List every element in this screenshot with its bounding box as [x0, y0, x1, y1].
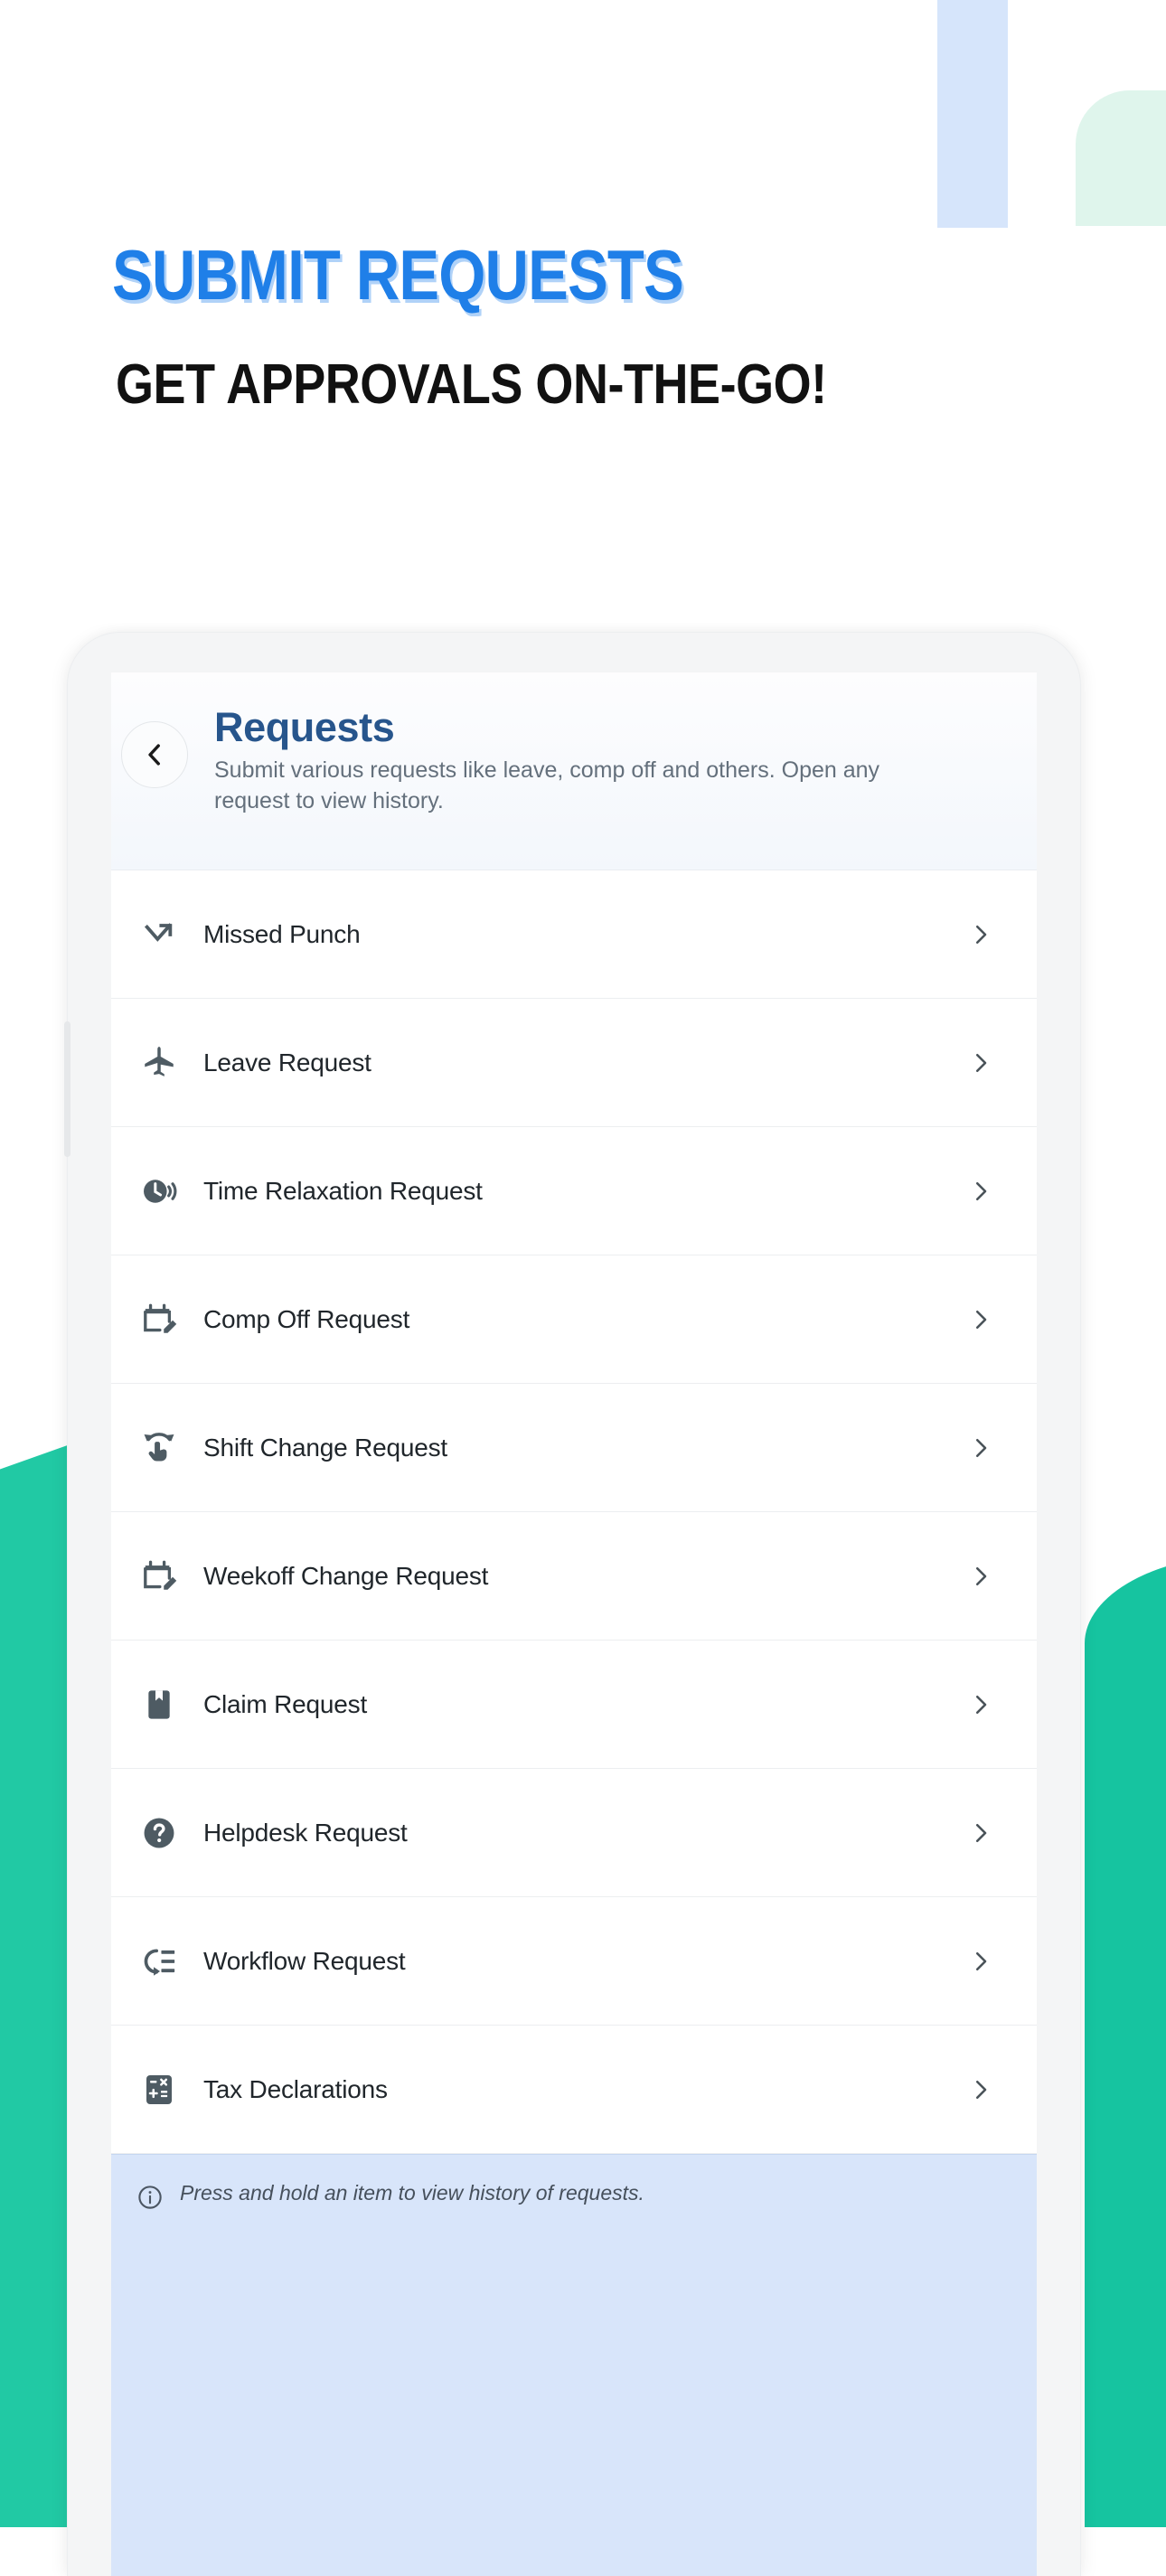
mint-corner-shape — [1076, 90, 1166, 226]
list-item-weekoff-change-request[interactable]: Weekoff Change Request — [111, 1512, 1037, 1641]
chevron-right-icon[interactable] — [963, 1430, 999, 1466]
page-subtitle: Submit various requests like leave, comp… — [214, 757, 880, 813]
chevron-right-icon[interactable] — [963, 1302, 999, 1338]
list-item-shift-change-request[interactable]: Shift Change Request — [111, 1384, 1037, 1512]
calendar-edit-icon — [133, 1550, 185, 1603]
list-item-helpdesk-request[interactable]: Helpdesk Request — [111, 1769, 1037, 1897]
list-item-missed-punch[interactable]: Missed Punch — [111, 870, 1037, 999]
info-circle-icon — [133, 2180, 167, 2214]
header-text-block: Requests Submit various requests like le… — [214, 704, 1001, 816]
request-list: Missed Punch Leave Request Time Relaxati… — [111, 870, 1037, 2154]
poster-title: SUBMIT REQUESTS — [112, 235, 684, 315]
chevron-right-icon[interactable] — [963, 1943, 999, 1979]
chevron-right-icon[interactable] — [963, 2072, 999, 2108]
list-item-workflow-request[interactable]: Workflow Request — [111, 1897, 1037, 2026]
list-item-label: Leave Request — [203, 1048, 371, 1076]
clock-sound-icon — [133, 1165, 185, 1217]
poster-subtitle: GET APPROVALS ON-THE-GO! — [116, 353, 827, 416]
teal-right-wedge — [1085, 1555, 1166, 2527]
list-item-label: Tax Declarations — [203, 2074, 388, 2103]
hand-swap-icon — [133, 1422, 185, 1474]
calendar-edit-icon — [133, 1293, 185, 1346]
list-item-time-relaxation-request[interactable]: Time Relaxation Request — [111, 1127, 1037, 1255]
list-item-label: Workflow Request — [203, 1946, 406, 1975]
info-note-text: Press and hold an item to view history o… — [180, 2181, 644, 2205]
list-item-label: Helpdesk Request — [203, 1818, 408, 1847]
list-item-claim-request[interactable]: Claim Request — [111, 1641, 1037, 1769]
calculator-icon — [133, 2064, 185, 2116]
list-item-label: Claim Request — [203, 1689, 368, 1718]
list-item-comp-off-request[interactable]: Comp Off Request — [111, 1255, 1037, 1384]
app-header: Requests Submit various requests like le… — [111, 672, 1037, 870]
chevron-right-icon[interactable] — [963, 1045, 999, 1081]
page-title: Requests — [214, 704, 395, 750]
missed-punch-arrow-icon — [133, 908, 185, 961]
bookmark-book-icon — [133, 1678, 185, 1731]
phone-volume-button — [64, 1021, 71, 1157]
back-button[interactable] — [121, 721, 188, 788]
chevron-right-icon[interactable] — [963, 1558, 999, 1594]
list-item-tax-declarations[interactable]: Tax Declarations — [111, 2026, 1037, 2154]
list-item-label: Weekoff Change Request — [203, 1561, 489, 1590]
list-item-leave-request[interactable]: Leave Request — [111, 999, 1037, 1127]
phone-screen: Requests Submit various requests like le… — [111, 672, 1037, 2576]
list-item-label: Missed Punch — [203, 919, 361, 948]
chevron-right-icon[interactable] — [963, 1687, 999, 1723]
list-item-label: Shift Change Request — [203, 1433, 447, 1462]
chevron-left-icon — [148, 744, 160, 766]
chevron-right-icon[interactable] — [963, 917, 999, 953]
workflow-list-icon — [133, 1935, 185, 1988]
blue-arc-shape — [937, 0, 1166, 228]
info-note-panel: Press and hold an item to view history o… — [111, 2154, 1037, 2576]
list-item-label: Time Relaxation Request — [203, 1176, 483, 1205]
chevron-right-icon[interactable] — [963, 1815, 999, 1851]
question-circle-icon — [133, 1807, 185, 1859]
chevron-right-icon[interactable] — [963, 1173, 999, 1209]
phone-mockup: Requests Submit various requests like le… — [64, 633, 1080, 2576]
airplane-icon — [133, 1037, 185, 1089]
list-item-label: Comp Off Request — [203, 1304, 410, 1333]
